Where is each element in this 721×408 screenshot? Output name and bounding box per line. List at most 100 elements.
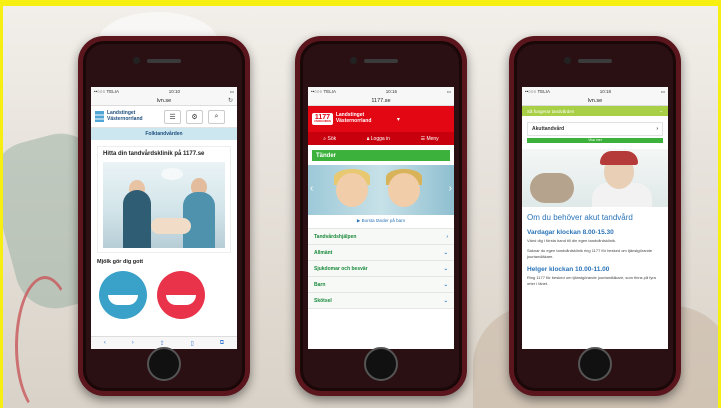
clock: 10:16 [385,89,397,94]
bookmarks-icon[interactable]: ▯ [191,340,194,347]
chevron-right-icon: › [446,233,448,240]
item-label: Allmänt [314,249,333,256]
battery-icon: ▭ [446,88,451,94]
dental-tube [15,276,75,408]
list-item[interactable]: Allmänt ⌄ [308,245,454,261]
chevron-right-icon[interactable]: › [449,183,452,194]
home-button[interactable] [364,347,398,381]
child-face [388,173,420,207]
login-button[interactable]: 🔒︎ Logga in [367,136,390,142]
card-title: Hitta din tandvårdsklinik på 1177.se [103,151,205,157]
chevron-right-icon: › [656,126,658,132]
1177-logo[interactable]: 1177 VÅRDGUIDEN [312,113,333,125]
weekday-text-2: Saknar du egen tandvårdsklinik ring 1177… [527,248,653,259]
dentist-photo [103,162,225,248]
url-text: lvn.se [156,97,172,104]
gear-icon[interactable]: ⚙ [186,109,203,124]
weekday-heading: Vardagar klockan 8.00-15.30 [527,229,614,236]
phone-screen: ••○○○ TELIA 10:16 ▭ 1177.se 1177 VÅRDGUI… [308,87,454,349]
list-item[interactable]: Skötsel ⌄ [308,293,454,309]
forward-icon[interactable]: › [132,340,134,346]
search-button[interactable]: ⌕ Sök [323,136,336,142]
weekend-text: Ring 1177 för besked om tjänstgörande jo… [527,275,656,286]
search-icon[interactable]: ⌕ [208,109,225,124]
slider-caption[interactable]: ▶ Borsta tänder på barn [308,218,454,224]
mouth-shape [166,295,196,305]
url-text: lvn.se [587,97,603,104]
dentist-cap [600,151,638,165]
clinic-card[interactable]: Hitta din tandvårdsklinik på 1177.se [97,146,231,253]
phone-screen: ••○○○ TELIA 10:10 ▭ lvn.se ↻ Landstinget… [91,87,237,349]
battery-icon: ▭ [229,88,234,94]
chevron-down-icon: ⌄ [443,265,448,272]
dentist-body [123,190,151,248]
child-face [336,173,368,207]
section-title: Mjölk gör dig gott [97,259,144,265]
menu-icon[interactable]: ☰ [164,109,181,124]
show-more-button[interactable]: Visa mer [527,138,663,143]
status-bar: ••○○○ TELIA 10:16 ▭ [308,87,454,96]
row-label: Akuttandvård [532,126,565,132]
tabs-icon[interactable]: ⧉ [220,340,224,347]
address-bar[interactable]: 1177.se [308,96,454,106]
background-photo: ••○○○ TELIA 10:10 ▭ lvn.se ↻ Landstinget… [0,0,721,408]
page-heading: Om du behöver akut tandvård [527,213,633,222]
smile-badge-blue[interactable] [99,271,147,319]
home-button[interactable] [578,347,612,381]
address-bar[interactable]: lvn.se ↻ [91,96,237,106]
battery-icon: ▭ [660,88,665,94]
reload-icon[interactable]: ↻ [228,97,233,104]
phone-1177: ••○○○ TELIA 10:16 ▭ 1177.se 1177 VÅRDGUI… [295,36,467,396]
url-text: 1177.se [371,97,391,104]
mouth-shape [108,295,138,305]
speaker-icon [578,59,612,63]
status-bar: ••○○○ TELIA 10:18 ▭ [522,87,668,96]
camera-icon [350,57,357,64]
smile-badge-red[interactable] [157,271,205,319]
address-bar[interactable]: lvn.se [522,96,668,106]
caption-text: Borsta tänder på barn [361,218,406,223]
item-label: Tandvårdshjälpen [314,233,357,240]
accordion-label: Så fungerar tandvården [527,108,575,114]
item-label: Sjukdomar och besvär [314,265,368,272]
weekend-heading: Helger klockan 10.00-11.00 [527,266,610,274]
carrier-label: ••○○○ TELIA [525,89,550,94]
patient-shape [530,173,574,203]
page-title: Tänder [312,150,450,161]
list-item[interactable]: Tandvårdshjälpen › [308,229,454,245]
dentist-photo [522,149,668,207]
main-menu: ⌕ Sök 🔒︎ Logga in ☰ Meny [308,132,454,145]
chevron-left-icon[interactable]: ‹ [310,183,313,194]
home-button[interactable] [147,347,181,381]
section-nav[interactable]: Folktandvården [91,128,237,140]
region-label: Landstinget Västernorrland [335,112,372,124]
akut-link[interactable]: Akuttandvård › [527,122,663,136]
chevron-down-icon: ⌄ [443,249,448,256]
logo-text[interactable]: Landstinget Västernorrland [107,110,159,122]
phone-screen: ••○○○ TELIA 10:18 ▭ lvn.se Så fungerar t… [522,87,668,349]
menu-label: Meny [426,135,439,142]
patient-shape [151,218,191,234]
lvn-logo-icon [95,111,104,122]
camera-icon [564,57,571,64]
weekday-text: Vänd dig i första hand till din egen tan… [527,238,616,243]
speaker-icon [364,59,398,63]
lamp-shape [161,168,183,180]
carrier-label: ••○○○ TELIA [311,89,336,94]
share-icon[interactable]: ⇪ [160,340,165,347]
site-header: 1177 VÅRDGUIDEN Landstinget Västernorrla… [308,106,454,132]
carrier-label: ••○○○ TELIA [94,89,119,94]
clock: 10:18 [599,89,611,94]
phone-akut: ••○○○ TELIA 10:18 ▭ lvn.se Så fungerar t… [509,36,681,396]
list-item[interactable]: Sjukdomar och besvär ⌄ [308,261,454,277]
menu-button[interactable]: ☰ Meny [421,136,439,142]
back-icon[interactable]: ‹ [104,340,106,346]
list-item[interactable]: Barn ⌄ [308,277,454,293]
login-label: Logga in [370,135,390,142]
camera-icon [133,57,140,64]
search-label: Sök [327,135,337,142]
accordion-header[interactable]: Så fungerar tandvården ⌄ [522,106,668,116]
image-slider[interactable]: ‹ › [308,165,454,215]
chevron-down-icon[interactable]: ▾ [397,116,400,123]
speaker-icon [147,59,181,63]
